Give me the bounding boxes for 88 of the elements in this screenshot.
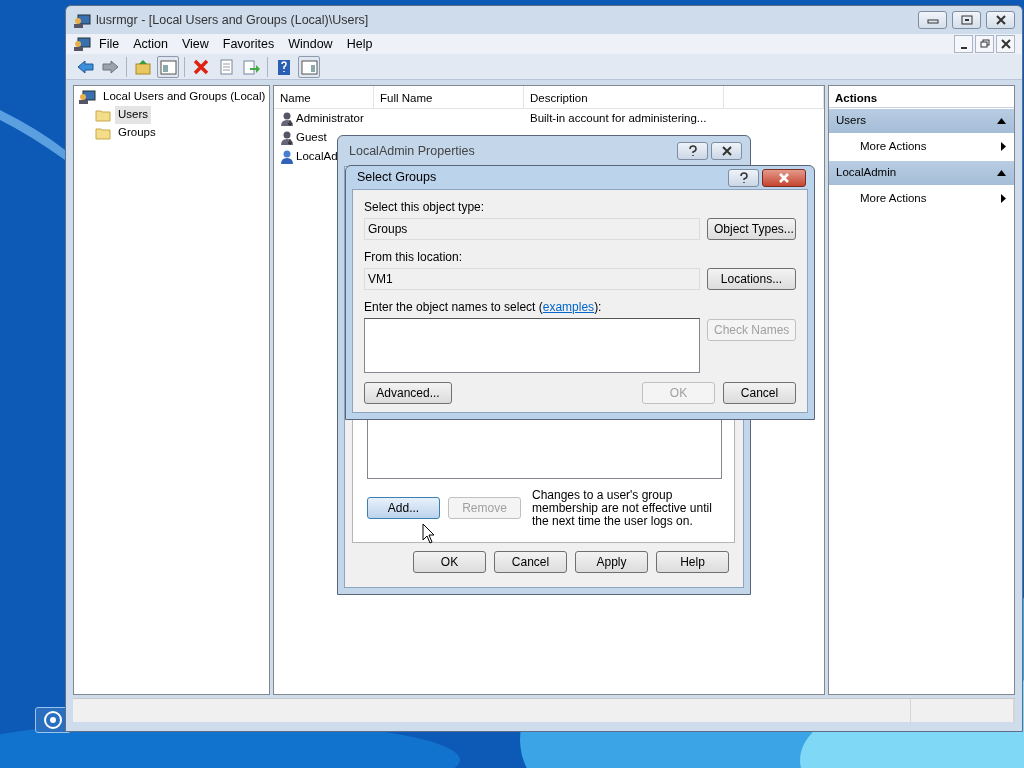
user-description: Built-in account for administering... [529,110,707,126]
close-icon [999,38,1012,50]
menu-item[interactable]: Action [127,34,174,54]
menu-item[interactable]: Favorites [216,34,281,54]
column-header[interactable]: Description [524,86,724,108]
collapse-icon [997,118,1006,124]
help-button[interactable] [728,168,759,187]
field-label: Enter the object names to select (examples): [364,299,603,316]
close-icon [994,15,1007,25]
user-name[interactable]: Administrator [296,109,364,128]
close-button[interactable] [762,168,806,187]
menu-item[interactable]: File [93,34,126,54]
user-icon [280,110,296,127]
close-button[interactable] [986,11,1015,29]
close-button[interactable] [996,35,1015,53]
dialog-button[interactable]: Help [656,551,729,573]
member-button[interactable]: Add... [367,497,440,519]
console-icon [73,36,91,52]
back-icon [76,57,94,76]
membership-note: Changes to a user's group membership are not effective until the next time the user logs on. [532,489,713,528]
help-icon [275,57,293,76]
export-icon [242,57,260,76]
close-icon [720,146,733,156]
help-button[interactable] [677,142,708,160]
dialog-button[interactable]: Cancel [723,382,796,404]
question-icon [687,145,698,157]
folder-icon [95,108,111,122]
action-pane-button[interactable] [298,55,320,78]
submenu-arrow-icon [1001,142,1006,151]
folder-icon [95,126,111,140]
panel-icon [159,57,177,76]
tree-item[interactable]: Users [115,106,152,124]
close-icon [777,172,791,183]
menu-item[interactable]: View [175,34,215,54]
action-item[interactable]: More Actions [829,185,1014,212]
action-section-header[interactable]: Users [829,109,1014,133]
readonly-field: Groups [364,218,700,240]
menu-item[interactable]: Window [282,34,339,54]
menu-item[interactable]: Help [340,34,379,54]
dialog-button[interactable]: OK [413,551,486,573]
dialog-button[interactable]: Object Types... [707,218,796,240]
dialog-button[interactable]: Advanced... [364,382,452,404]
console-tree-button[interactable] [157,55,179,78]
panel-icon [300,57,318,76]
close-button[interactable] [711,142,742,160]
restore-button[interactable] [975,35,994,53]
action-label: More Actions [860,138,927,154]
action-item[interactable]: More Actions [829,133,1014,160]
collapse-icon [997,170,1006,176]
action-label: More Actions [860,190,927,206]
field-label: From this location: [364,249,464,266]
window-title: lusrmgr - [Local Users and Groups (Local)\Users] [96,11,369,29]
user-name[interactable]: LocalAd [296,147,338,166]
examples-link[interactable]: examples [542,300,595,314]
restore-icon [978,38,991,50]
action-section-header[interactable]: LocalAdmin [829,161,1014,185]
minimize-icon [926,16,939,24]
user-icon [280,148,296,165]
maximize-button[interactable] [952,11,981,29]
minimize-button[interactable] [954,35,973,53]
column-header[interactable]: Name [274,86,374,108]
document-icon [217,57,235,76]
user-icon [280,129,296,146]
tree-item[interactable]: Local Users and Groups (Local) [100,88,269,106]
column-header[interactable]: Full Name [374,86,524,108]
section-title: Users [836,113,867,129]
readonly-field: VM1 [364,268,700,290]
maximize-icon [960,15,973,25]
user-name[interactable]: Guest [296,128,327,147]
dialog-button[interactable]: Apply [575,551,648,573]
dialog-button[interactable]: Locations... [707,268,796,290]
minimize-icon [960,47,967,49]
actions-header: Actions [829,86,1014,108]
dialog-title: LocalAdmin Properties [349,142,476,160]
submenu-arrow-icon [1001,194,1006,203]
console-icon [73,12,91,29]
dialog-title: Select Groups [357,169,438,187]
dialog-button[interactable]: Cancel [494,551,567,573]
field-label: Select this object type: [364,199,486,216]
gear-icon [43,710,63,730]
delete-icon [192,57,210,76]
forward-icon [101,57,119,76]
section-title: LocalAdmin [836,165,897,181]
console-icon [78,89,96,105]
tree-item[interactable]: Groups [115,124,159,142]
question-icon [738,171,749,184]
object-names-field[interactable] [364,318,700,373]
folder-up-icon [134,57,152,76]
